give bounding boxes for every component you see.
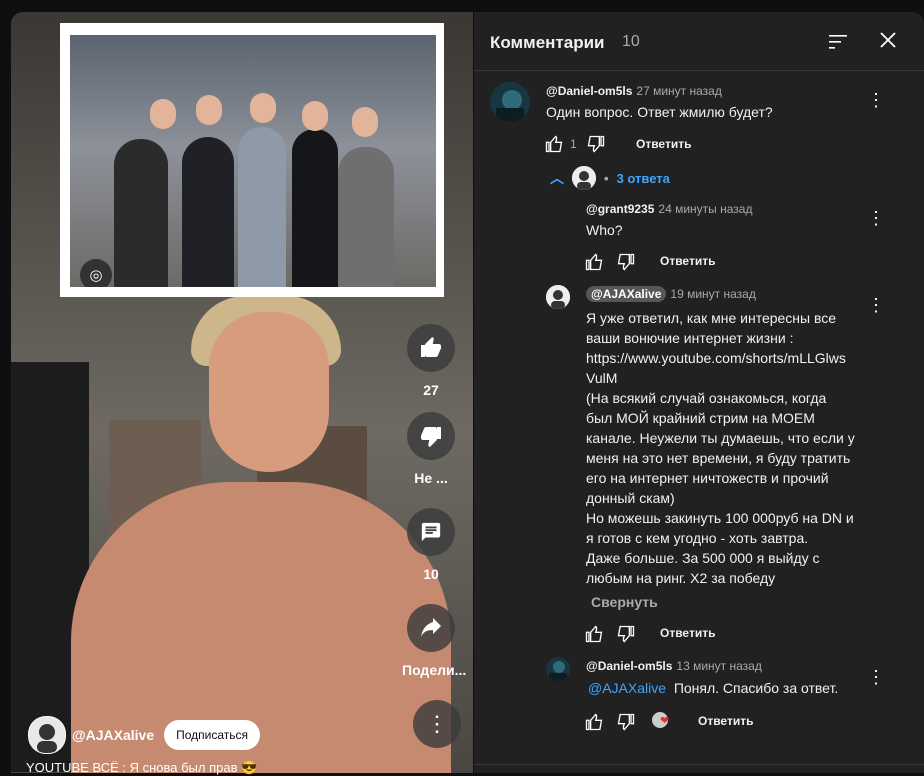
comment-text: Один вопрос. Ответ жмилю будет? [546,104,773,120]
comment-author[interactable]: @Daniel-om5ls 27 минут назад [546,84,722,98]
mention-link[interactable]: @AJAXalive [588,680,666,696]
reply-button[interactable]: Ответить [660,626,715,640]
reply-text-line: Я уже ответил, как мне интересны все [586,310,837,326]
sort-icon[interactable] [826,30,850,54]
share-action[interactable]: Подели... [402,604,467,678]
reply-text-line: донный скам) [586,490,675,506]
chevron-up-icon: ︿ [550,170,564,186]
thumb-down-icon[interactable] [616,624,636,644]
more-vert-icon[interactable]: ⋮ [866,91,886,109]
reply-text-line: был МОЙ крайний стрим на МОЕМ [586,410,815,426]
reply-avatar[interactable] [546,657,570,681]
reply-text-line: я готов с кем угодно - хоть завтра. [586,530,809,546]
video-person-head [209,312,329,472]
more-vert-icon[interactable]: ⋮ [866,209,886,227]
overlay-photo-card: ◎ [60,23,444,297]
comments-header: Комментарии 10 [474,12,924,71]
more-vert-icon[interactable]: ⋮ [866,668,886,686]
photo-person-head [302,101,328,131]
reply-text-line: его на интернет ничтожеств и прочий [586,470,829,486]
thumb-down-icon[interactable] [616,252,636,272]
comment-avatar[interactable] [490,82,530,122]
reply-time[interactable]: 24 минуты назад [658,202,752,216]
divider [474,764,924,765]
more-vert-icon[interactable]: ⋮ [413,700,461,748]
reply-button[interactable]: Ответить [698,714,753,728]
photo-person [338,147,394,287]
channel-avatar[interactable] [28,716,66,754]
reply-text-line: Но можешь закинуть 100 000руб на DN и [586,510,854,526]
reply-button[interactable]: Ответить [660,254,715,268]
dislike-label: Не ... [414,470,448,486]
reply-author-avatar [572,166,596,190]
reply-avatar[interactable] [546,285,570,309]
comment-author-name[interactable]: @Daniel-om5ls [546,84,632,98]
comments-action[interactable]: 10 [402,508,460,582]
photo-person-head [196,95,222,125]
thumb-up-icon[interactable] [584,712,604,732]
reply-author[interactable]: @grant9235 24 минуты назад [586,202,752,216]
subscribe-button[interactable]: Подписаться [164,720,261,750]
reply-text: @AJAXalive Понял. Спасибо за ответ. [588,678,838,698]
comment-time[interactable]: 27 минут назад [636,84,721,98]
replies-count[interactable]: 3 ответа [617,171,670,186]
reply-text-line[interactable]: https://www.youtube.com/shorts/mLLGlws [586,348,886,368]
channel-row: @AJAXalive Подписаться [28,716,261,754]
reply-button[interactable]: Ответить [636,137,691,151]
heart-icon: ❤ [660,715,670,727]
reply-text-body: Понял. Спасибо за ответ. [673,680,839,696]
photo-person [114,139,168,287]
photo-person-head [250,93,276,123]
dislike-action[interactable]: Не ... [402,412,460,486]
comments-title: Комментарии [490,33,605,52]
comments-count: 10 [423,566,439,582]
reply-text: Я уже ответил, как мне интересны все ваши… [586,308,886,588]
channel-name[interactable]: @AJAXalive [72,727,154,743]
thumb-up-icon[interactable] [584,624,604,644]
collapse-button[interactable]: Свернуть [591,594,658,610]
reply-text-line[interactable]: VulM [586,368,886,388]
reply-author-name[interactable]: @grant9235 [586,202,654,216]
photo-person [182,137,234,287]
thumb-up-icon[interactable] [584,252,604,272]
photo-person [238,127,286,287]
share-label: Подели... [402,662,467,678]
thumb-up-icon[interactable] [407,324,455,372]
photo-person-head [150,99,176,129]
thumb-up-icon[interactable] [544,134,564,154]
reply-text-line: Даже больше. За 500 000 я выйду с [586,550,820,566]
comments-panel: Комментарии 10 @Daniel-om5ls 27 минут наз… [474,12,924,773]
reply-text-line: любым на ринг. Х2 за победу [586,570,776,586]
photo-person [292,129,338,287]
comment-like-count: 1 [570,137,577,151]
share-icon[interactable] [407,604,455,652]
reply-text: Who? [586,222,623,238]
reply-author[interactable]: @AJAXalive 19 минут назад [586,286,756,302]
dot-separator: • [604,170,609,186]
reply-time[interactable]: 13 минут назад [676,659,761,673]
photo-person-head [352,107,378,137]
overlay-photo: ◎ [70,35,436,287]
reply-author[interactable]: @Daniel-om5ls 13 минут назад [586,659,762,673]
reply-text-line: ваши вонючие интернет жизни : [586,330,794,346]
like-action[interactable]: 27 [402,324,460,398]
lens-search-icon[interactable]: ◎ [80,259,112,287]
reply-text-line: меня на это нет времени, я буду тратить [586,450,851,466]
reply-text-line: (На всякий случай ознакомься, когда [586,390,827,406]
thumb-down-icon[interactable] [586,134,606,154]
close-icon[interactable] [874,28,902,56]
thumb-down-icon[interactable] [616,712,636,732]
reply-author-name[interactable]: @Daniel-om5ls [586,659,672,673]
video-title[interactable]: YOUTUBE ВСЁ : Я снова был прав 😎 [26,760,257,776]
reply-text-line: канале. Неужели ты думаешь, что если у [586,430,855,446]
like-count: 27 [423,382,439,398]
reply-author-name[interactable]: @AJAXalive [586,286,667,302]
replies-toggle[interactable]: ︿ • 3 ответа [550,166,670,190]
comments-count-header: 10 [622,33,640,50]
comment-icon[interactable] [407,508,455,556]
thumb-down-icon[interactable] [407,412,455,460]
reply-time[interactable]: 19 минут назад [670,287,755,301]
